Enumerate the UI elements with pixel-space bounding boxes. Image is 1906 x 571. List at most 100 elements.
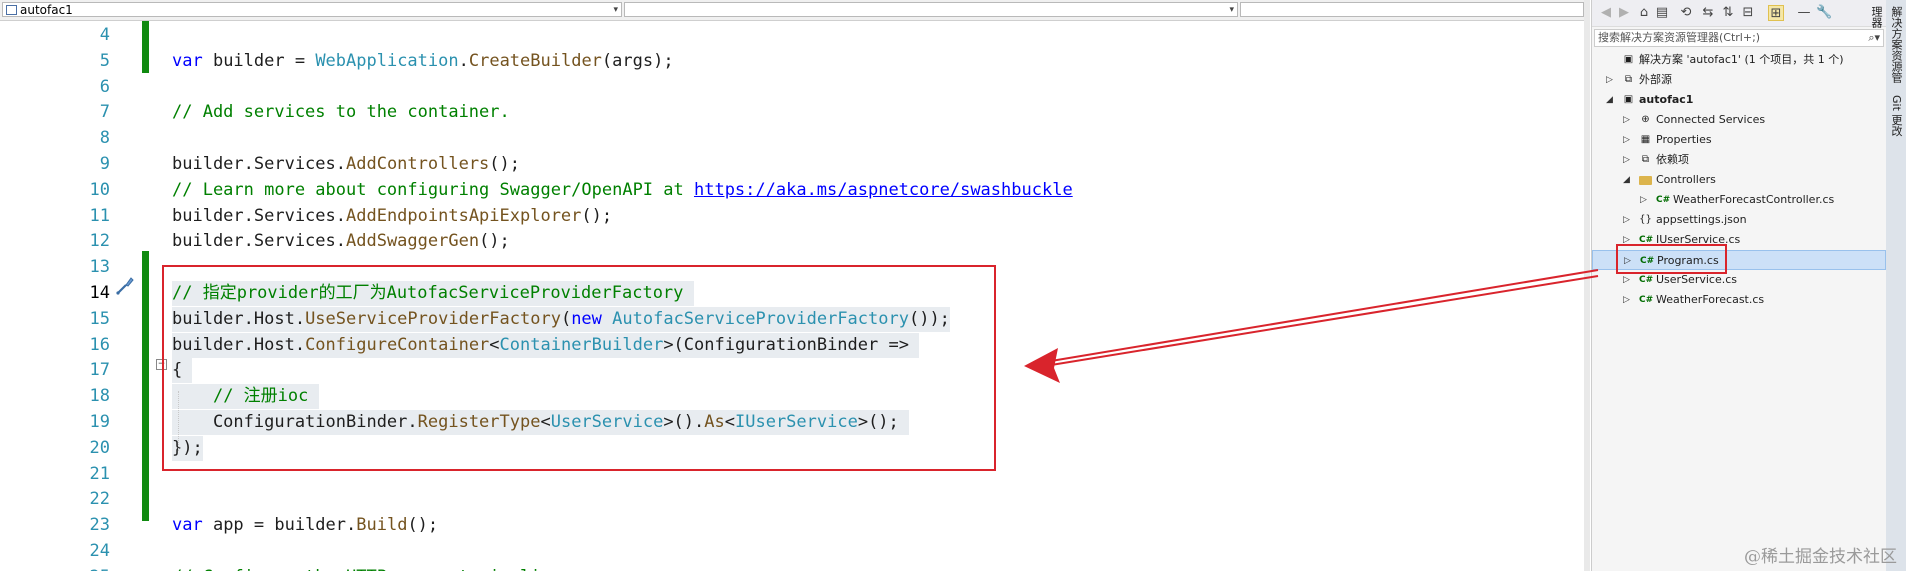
code-line[interactable]: 12 builder.Services.AddSwaggerGen(); bbox=[0, 229, 1590, 254]
line-number: 15 bbox=[89, 308, 110, 329]
json-file-icon: {} bbox=[1639, 214, 1652, 225]
home-icon[interactable]: ⌂ bbox=[1636, 5, 1652, 21]
tree-item[interactable]: ▷ ▦ Properties bbox=[1592, 130, 1886, 150]
code-line[interactable]: 7 // Add services to the container. bbox=[0, 100, 1590, 125]
tree-item[interactable]: ▷ C# WeatherForecast.cs bbox=[1592, 290, 1886, 310]
code-token: builder.Services. bbox=[172, 205, 346, 226]
tree-item[interactable]: ▣ 解决方案 'autofac1' (1 个项目，共 1 个) bbox=[1592, 50, 1886, 70]
tree-item[interactable]: ▷ ⧉ 依赖项 bbox=[1592, 150, 1886, 170]
code-line[interactable]: 5 var builder = WebApplication.CreateBuil… bbox=[0, 49, 1590, 74]
chevron-down-icon[interactable]: ▾ bbox=[613, 3, 618, 18]
tree-item-label: 依赖项 bbox=[1656, 153, 1689, 166]
code-token: app = builder. bbox=[202, 515, 357, 536]
code-token: builder = bbox=[202, 50, 316, 71]
line-number: 24 bbox=[89, 541, 110, 561]
solution-icon: ▣ bbox=[1623, 54, 1634, 65]
code-line[interactable]: 4 bbox=[0, 23, 1590, 48]
tree-item-label: 解决方案 'autofac1' (1 个项目，共 1 个) bbox=[1639, 53, 1844, 66]
code-text: builder.Services.AddEndpointsApiExplorer… bbox=[172, 204, 612, 229]
type-combo[interactable]: ▾ bbox=[624, 2, 1238, 17]
tree-item[interactable]: ▷ ⊕ Connected Services bbox=[1592, 110, 1886, 130]
tree-item-label: WeatherForecastController.cs bbox=[1673, 193, 1835, 206]
line-number: 9 bbox=[99, 154, 110, 174]
folder-icon bbox=[1639, 176, 1652, 185]
line-number: 22 bbox=[89, 489, 110, 510]
collapsed-arrow-icon[interactable]: ▷ bbox=[1623, 130, 1630, 150]
highlight-box bbox=[162, 265, 996, 471]
code-line[interactable]: 8 bbox=[0, 126, 1590, 151]
tree-item[interactable]: ▷ C# WeatherForecastController.cs bbox=[1592, 190, 1886, 210]
code-token: AddSwaggerGen bbox=[346, 231, 480, 252]
code-token: builder.Services. bbox=[172, 154, 346, 174]
code-token: (); bbox=[407, 515, 439, 536]
line-number: 21 bbox=[89, 463, 110, 484]
collapsed-arrow-icon[interactable]: ▷ bbox=[1623, 110, 1630, 130]
code-token: . bbox=[458, 50, 469, 71]
show-all-files-icon[interactable]: ⊞ bbox=[1768, 5, 1784, 21]
tab-solution-explorer[interactable]: 解决方案资源管理器 bbox=[1870, 6, 1906, 86]
line-number: 16 bbox=[89, 334, 110, 355]
collapsed-arrow-icon[interactable]: ▷ bbox=[1623, 210, 1630, 230]
code-token: builder.Services. bbox=[172, 231, 346, 252]
collapse-all-icon[interactable]: ⊟ bbox=[1740, 5, 1756, 21]
collapsed-arrow-icon[interactable]: ▷ bbox=[1640, 190, 1647, 210]
tab-git-changes[interactable]: Git 更改 bbox=[1886, 95, 1906, 155]
quick-actions-icon[interactable] bbox=[114, 274, 136, 300]
collapsed-arrow-icon[interactable]: ▷ bbox=[1623, 150, 1630, 170]
vertical-scrollbar[interactable] bbox=[1584, 0, 1590, 571]
expanded-arrow-icon[interactable]: ◢ bbox=[1623, 170, 1630, 190]
tree-item[interactable]: ▷ ⧉ 外部源 bbox=[1592, 70, 1886, 90]
code-line[interactable]: 25 // Configure the HTTP request pipeline… bbox=[0, 565, 1590, 571]
line-number: 20 bbox=[89, 437, 110, 458]
line-number: 19 bbox=[89, 412, 110, 432]
tree-item-label: 外部源 bbox=[1639, 73, 1672, 86]
code-line[interactable]: 22 bbox=[0, 487, 1590, 512]
code-line[interactable]: 11 builder.Services.AddEndpointsApiExplor… bbox=[0, 204, 1590, 229]
properties-icon[interactable]: 🔧 bbox=[1816, 5, 1832, 21]
project-combo[interactable]: autofac1 ▾ bbox=[2, 2, 622, 17]
chevron-down-icon[interactable]: ▾ bbox=[1229, 3, 1234, 18]
properties-folder-icon: ▦ bbox=[1640, 134, 1651, 145]
code-token: Build bbox=[356, 515, 408, 536]
code-line[interactable]: 23 var app = builder.Build(); bbox=[0, 513, 1590, 538]
code-text: var app = builder.Build(); bbox=[172, 513, 438, 538]
forward-icon[interactable]: ▶ bbox=[1616, 5, 1632, 21]
code-token[interactable]: https://aka.ms/aspnetcore/swashbuckle bbox=[694, 180, 1073, 200]
highlight-box bbox=[1616, 244, 1727, 274]
code-text: // Configure the HTTP request pipeline. bbox=[172, 565, 571, 571]
collapsed-arrow-icon[interactable]: ▷ bbox=[1606, 70, 1613, 90]
switch-views-icon[interactable]: ▤ bbox=[1654, 5, 1670, 21]
code-editor[interactable]: 4 5 var builder = WebApplication.CreateBui… bbox=[0, 21, 1590, 571]
search-options-icon[interactable]: ⌕▾ bbox=[1868, 30, 1880, 46]
tree-item-label: WeatherForecast.cs bbox=[1656, 293, 1765, 306]
pending-changes-icon[interactable]: ⇆ bbox=[1700, 5, 1716, 21]
tree-item-label: appsettings.json bbox=[1656, 213, 1747, 226]
solution-explorer-search[interactable]: 搜索解决方案资源管理器(Ctrl+;) ⌕▾ bbox=[1594, 29, 1884, 47]
code-text: builder.Services.AddControllers(); bbox=[172, 152, 520, 177]
code-text: builder.Services.AddSwaggerGen(); bbox=[172, 229, 510, 254]
sync-icon[interactable]: ⇅ bbox=[1720, 5, 1736, 21]
code-token: AddControllers bbox=[346, 154, 490, 174]
tree-item[interactable]: ▷ {} appsettings.json bbox=[1592, 210, 1886, 230]
code-token: // Learn more about configuring Swagger/… bbox=[172, 179, 694, 200]
code-line[interactable]: 6 bbox=[0, 75, 1590, 100]
tree-item[interactable]: ◢ Controllers bbox=[1592, 170, 1886, 190]
collapsed-arrow-icon[interactable]: ▷ bbox=[1623, 290, 1630, 310]
member-combo[interactable] bbox=[1240, 2, 1584, 17]
line-number: 5 bbox=[99, 50, 110, 71]
code-line[interactable]: 9 builder.Services.AddControllers(); bbox=[0, 152, 1590, 177]
navigation-bar: autofac1 ▾ ▾ bbox=[0, 0, 1590, 21]
history-icon[interactable]: ⟲ bbox=[1678, 5, 1694, 21]
code-token: (); bbox=[581, 205, 613, 226]
expanded-arrow-icon[interactable]: ◢ bbox=[1606, 90, 1613, 110]
back-icon[interactable]: ◀ bbox=[1598, 5, 1614, 21]
show-active-doc-icon[interactable]: — bbox=[1796, 5, 1812, 21]
code-token: // Add services to the container. bbox=[172, 102, 510, 123]
code-line[interactable]: 24 bbox=[0, 539, 1590, 564]
code-token: CreateBuilder bbox=[468, 50, 602, 71]
line-number: 14 bbox=[89, 283, 110, 303]
tree-item[interactable]: ◢ ▣ autofac1 bbox=[1592, 90, 1886, 110]
solution-explorer-panel: ◀ ▶ ⌂ ▤ ⟲ ⇆ ⇅ ⊟ ⊞ — 🔧 搜索解决方案资源管理器(Ctrl+;… bbox=[1591, 0, 1886, 571]
watermark: @稀土掘金技术社区 bbox=[1744, 547, 1897, 567]
code-line[interactable]: 10 // Learn more about configuring Swagge… bbox=[0, 178, 1590, 203]
